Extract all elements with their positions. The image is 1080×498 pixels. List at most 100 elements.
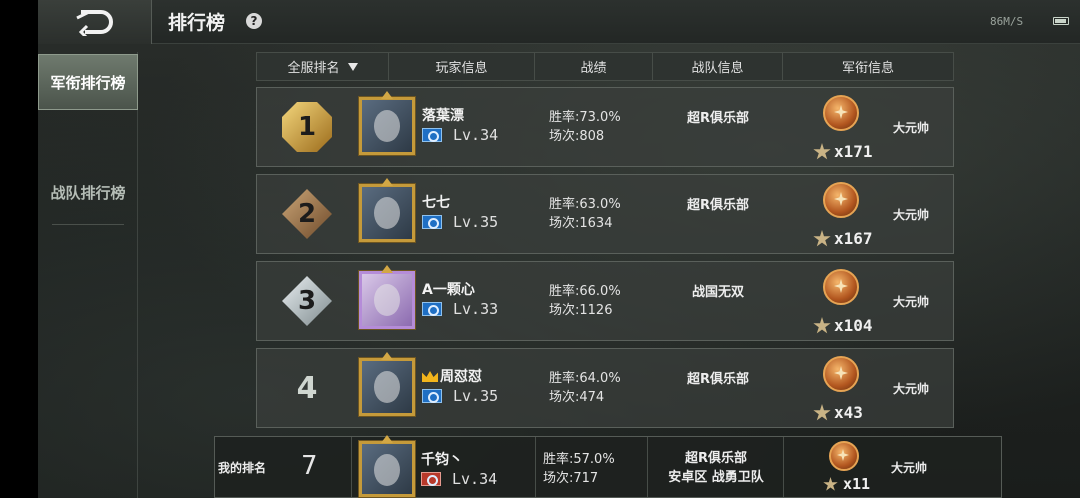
sort-down-icon[interactable] [347,62,358,71]
my-rank-number: 7 [301,451,318,481]
player-name: 周怼怼 [422,366,482,386]
team-info[interactable]: 超R俱乐部 安卓区 战勇卫队 [651,449,781,487]
record: 胜率:66.0% 场次:1126 [549,282,621,320]
record: 胜率:57.0% 场次:717 [543,450,615,488]
player-level: Lv.34 [452,470,498,488]
team-name[interactable]: 战国无双 [653,281,783,300]
rank-title: 大元帅 [893,382,930,396]
header-label: 战绩 [580,61,607,76]
team-name[interactable]: 超R俱乐部 [653,107,783,126]
header-team-info: 战队信息 [653,53,783,80]
team-tag: 安卓区 战勇卫队 [668,470,764,485]
win-rate: 胜率:57.0% [543,452,615,467]
player-name-text: 周怼怼 [440,369,482,385]
battery-icon [1053,17,1069,25]
avatar-portrait [374,454,400,486]
rank-title: 大元帅 [893,121,930,135]
avatar[interactable] [359,358,415,416]
sidebar-divider [52,224,124,225]
region-icon [422,128,442,142]
rank-number: 4 [296,370,318,406]
player-name: 七七 [422,195,450,211]
table-header: 全服排名 玩家信息 战绩 战队信息 军衔信息 [256,52,954,81]
sidebar: 军衔排行榜 战队排行榜 [38,52,138,498]
star-count: x43 [834,403,863,422]
region-icon [422,215,442,229]
rank-medal-icon [823,269,859,305]
team-name[interactable]: 超R俱乐部 [653,368,783,387]
record: 胜率:64.0% 场次:474 [549,369,621,407]
star-icon [813,143,831,160]
divider [647,437,648,497]
player-name: A一颗心 [422,282,475,298]
rank-medal-icon [823,182,859,218]
team-name[interactable]: 超R俱乐部 [653,194,783,213]
avatar-portrait [374,197,400,229]
screen-edge [0,0,38,498]
page-title: 排行榜 [168,12,226,34]
table-row[interactable]: 2 七七 Lv.35 胜率:63.0% 场次:1634 超R俱乐部 x167 大… [256,174,954,254]
win-rate: 胜率:73.0% [549,110,621,125]
rank-cell: 4 [257,349,357,427]
avatar-portrait [374,110,400,142]
header-player-info: 玩家信息 [389,53,535,80]
table-row[interactable]: 4 周怼怼 Lv.35 胜率:64.0% 场次:474 超R俱乐部 x43 大元… [256,348,954,428]
rank-2-badge-icon: 2 [282,189,332,239]
player-name: 落葉漂 [422,108,464,124]
tab-team-leaderboard[interactable]: 战队排行榜 [38,164,138,220]
rank-title: 大元帅 [893,208,930,222]
divider [535,437,536,497]
star-count: x104 [834,316,873,335]
player-level: Lv.33 [453,300,499,318]
header-record: 战绩 [535,53,653,80]
header-label: 军衔信息 [841,61,894,76]
avatar[interactable] [359,184,415,242]
avatar-portrait [374,371,400,403]
table-row[interactable]: 1 落葉漂 Lv.34 胜率:73.0% 场次:808 超R俱乐部 x171 大… [256,87,954,167]
win-rate: 胜率:66.0% [549,284,621,299]
star-count: x167 [834,229,873,248]
team-name: 超R俱乐部 [684,451,747,466]
tab-rank-leaderboard[interactable]: 军衔排行榜 [38,54,138,110]
rank-3-badge-icon: 3 [282,276,332,326]
match-count: 场次:808 [549,129,605,144]
rank-medal-icon [829,441,859,471]
player-level: Lv.34 [453,126,499,144]
star-count: x171 [834,142,873,161]
crown-icon [422,371,438,382]
avatar[interactable] [359,271,415,329]
back-button[interactable] [38,0,152,44]
my-rank-label: 我的排名 [218,461,267,475]
match-count: 场次:474 [549,390,605,405]
match-count: 场次:1126 [549,303,613,318]
rank-title: 大元帅 [891,461,928,475]
win-rate: 胜率:64.0% [549,371,621,386]
divider [783,437,784,497]
header-label: 玩家信息 [435,61,488,76]
star-icon [813,317,831,334]
star-icon [813,230,831,247]
avatar[interactable] [359,97,415,155]
star-icon [823,477,838,491]
rank-1-badge-icon: 1 [282,102,332,152]
match-count: 场次:717 [543,471,599,486]
region-icon [422,389,442,403]
help-icon[interactable]: ? [246,13,262,29]
divider [351,437,352,497]
rank-medal-icon [823,356,859,392]
record: 胜率:63.0% 场次:1634 [549,195,621,233]
header-label: 战队信息 [691,61,744,76]
table-row[interactable]: 3 A一颗心 Lv.33 胜率:66.0% 场次:1126 战国无双 x104 … [256,261,954,341]
back-arrow-icon [75,10,113,36]
rank-cell: 1 [257,88,357,166]
header-label: 全服排名 [287,61,340,76]
win-rate: 胜率:63.0% [549,197,621,212]
rank-cell: 3 [257,262,357,340]
player-level: Lv.35 [453,213,499,231]
avatar[interactable] [359,441,415,497]
header-server-rank[interactable]: 全服排名 [257,53,389,80]
avatar-portrait [374,284,400,316]
region-icon [421,472,441,486]
rank-medal-icon [823,95,859,131]
rank-cell: 2 [257,175,357,253]
